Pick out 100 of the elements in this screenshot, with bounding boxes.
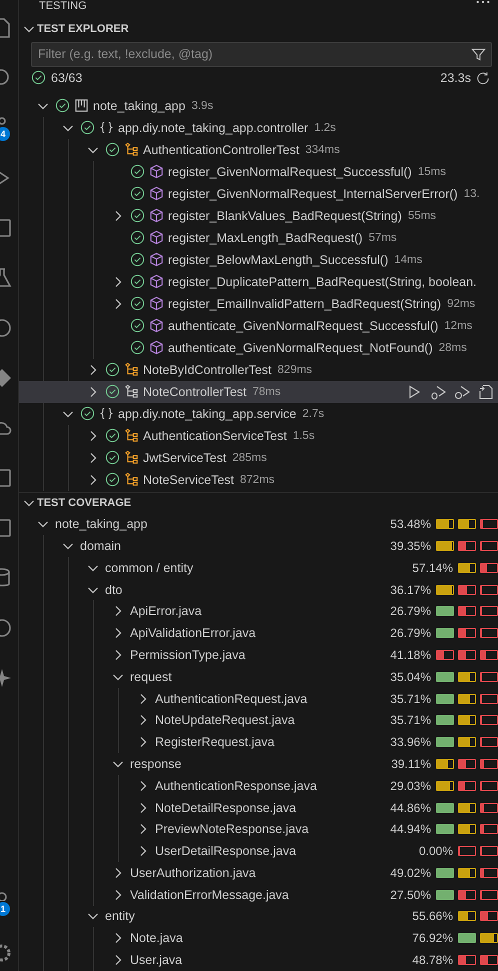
coverage-tree-item[interactable]: UserDetailResponse.java 0.00% <box>19 840 498 862</box>
coverage-tree-item[interactable]: AuthenticationResponse.java 29.03% <box>19 774 498 797</box>
test-tree-item[interactable]: AuthenticationServiceTest 1.5s <box>19 424 498 447</box>
coverage-percent: 26.79% <box>390 604 431 618</box>
test-name: JwtServiceTest <box>143 450 226 465</box>
coverage-item-name: UserAuthorization.java <box>130 866 256 880</box>
test-tree-item[interactable]: register_MaxLength_BadRequest() 57ms <box>19 226 498 249</box>
class-icon <box>124 362 139 378</box>
cube-icon <box>149 340 164 356</box>
test-tree-item[interactable]: authenticate_GivenNormalRequest_Successful() 12ms <box>19 314 498 337</box>
test-name: NoteControllerTest <box>143 384 247 399</box>
test-duration: 28ms <box>438 342 467 354</box>
test-tree-item[interactable]: NoteControllerTest 78ms <box>19 380 498 403</box>
coverage-item-name: dto <box>105 582 122 597</box>
namespace-icon <box>99 406 114 422</box>
test-tree-item[interactable]: authenticate_GivenNormalRequest_NotFound() 28ms <box>19 336 498 359</box>
test-duration: 334ms <box>305 144 340 156</box>
cube-icon <box>149 164 164 180</box>
coverage-item-name: ValidationErrorMessage.java <box>130 888 289 902</box>
test-name: app.diy.note_taking_app.controller <box>118 120 308 135</box>
test-name: authenticate_GivenNormalRequest_Successful() <box>168 318 438 333</box>
test-tree-item[interactable]: app.diy.note_taking_app.controller 1.2s <box>19 116 498 139</box>
coverage-percent: 44.94% <box>390 822 431 836</box>
test-tree-item[interactable]: AuthenticationControllerTest 334ms <box>19 138 498 161</box>
coverage-percent: 27.50% <box>390 888 431 902</box>
coverage-tree-item[interactable]: AuthenticationRequest.java 35.71% <box>19 688 498 710</box>
coverage-tree-item[interactable]: RegisterRequest.java 33.96% <box>19 731 498 754</box>
class-icon <box>124 472 139 488</box>
test-duration: 57ms <box>368 232 397 244</box>
coverage-item-name: ApiError.java <box>130 604 202 618</box>
test-name: register_DuplicatePattern_BadRequest(String, boolean. <box>168 274 477 289</box>
coverage-item-name: NoteDetailResponse.java <box>155 800 296 814</box>
section-header[interactable]: TEST EXPLORER <box>19 18 498 39</box>
notification-badge: 4 <box>0 127 10 141</box>
test-duration: 3.9s <box>191 100 214 112</box>
coverage-percent: 33.96% <box>390 735 431 750</box>
class-icon <box>124 450 139 466</box>
cube-icon <box>149 296 164 312</box>
coverage-tree-item[interactable]: note_taking_app 53.48% <box>19 513 498 536</box>
coverage-item-name: User.java <box>130 953 182 968</box>
coverage-tree-item[interactable]: PreviewNoteResponse.java 44.94% <box>19 818 498 840</box>
coverage-tree-item[interactable]: request 35.04% <box>19 666 498 688</box>
coverage-percent: 39.35% <box>390 538 431 553</box>
coverage-percent: 29.03% <box>390 778 431 793</box>
coverage-tree-item[interactable]: domain 39.35% <box>19 535 498 557</box>
test-tree-item[interactable]: register_BelowMaxLength_Successful() 14ms <box>19 248 498 271</box>
test-name: register_MaxLength_BadRequest() <box>168 230 363 245</box>
coverage-item-name: request <box>130 670 172 684</box>
coverage-percent: 0.00% <box>418 844 453 858</box>
test-tree-item[interactable]: register_GivenNormalRequest_InternalServerError() 13. <box>19 182 498 205</box>
coverage-tree-item[interactable]: response 39.11% <box>19 753 498 775</box>
coverage-tree-item[interactable]: dto 36.17% <box>19 578 498 600</box>
test-tree-item[interactable]: app.diy.note_taking_app.service 2.7s <box>19 402 498 425</box>
coverage-percent: 39.11% <box>391 756 431 771</box>
coverage-percent: 57.14% <box>412 560 453 575</box>
test-tree-item[interactable]: NoteByIdControllerTest 829ms <box>19 358 498 381</box>
refresh-icon[interactable] <box>476 70 490 85</box>
coverage-item-name: domain <box>80 538 121 553</box>
coverage-item-name: common / entity <box>105 560 194 575</box>
coverage-tree-item[interactable]: UserAuthorization.java 49.02% <box>19 862 498 884</box>
section-header[interactable]: TEST COVERAGE <box>19 492 498 514</box>
test-name: AuthenticationControllerTest <box>143 142 300 157</box>
cube-icon <box>149 186 164 202</box>
coverage-percent: 53.48% <box>390 517 431 532</box>
test-tree-item[interactable]: register_BlankValues_BadRequest(String) 55ms <box>19 204 498 227</box>
test-duration: 1.2s <box>314 122 336 134</box>
notification-badge: 1 <box>0 902 10 916</box>
test-tree-item[interactable]: note_taking_app 3.9s <box>19 94 498 117</box>
filter-icon[interactable] <box>471 46 486 62</box>
test-name: AuthenticationServiceTest <box>143 428 287 443</box>
coverage-tree-item[interactable]: entity 55.66% <box>19 906 498 928</box>
test-name: register_GivenNormalRequest_Successful() <box>168 164 412 179</box>
test-tree-item[interactable]: register_DuplicatePattern_BadRequest(String, boolean. <box>19 270 498 293</box>
cube-icon <box>149 230 164 246</box>
coverage-tree-item[interactable]: ValidationErrorMessage.java 27.50% <box>19 884 498 906</box>
test-tree-item[interactable]: register_EmailInvalidPattern_BadRequest(String) 92ms <box>19 292 498 315</box>
test-duration: 15ms <box>418 166 446 178</box>
total-duration: 23.3s <box>440 70 471 85</box>
test-duration: 14ms <box>394 254 422 266</box>
coverage-item-name: AuthenticationRequest.java <box>155 692 308 706</box>
coverage-tree-item[interactable]: NoteDetailResponse.java 44.86% <box>19 796 498 818</box>
coverage-tree-item[interactable]: ApiError.java 26.79% <box>19 600 498 622</box>
coverage-tree-item[interactable]: ApiValidationError.java 26.79% <box>19 622 498 644</box>
coverage-tree-item[interactable]: common / entity 57.14% <box>19 556 498 579</box>
coverage-tree-item[interactable]: Note.java 76.92% <box>19 927 498 950</box>
test-tree-item[interactable]: JwtServiceTest 285ms <box>19 446 498 469</box>
test-name: NoteByIdControllerTest <box>143 362 272 377</box>
more-actions-icon[interactable] <box>476 0 490 4</box>
test-duration: 78ms <box>252 386 281 398</box>
coverage-item-name: response <box>130 756 182 771</box>
go-to-file-icon[interactable] <box>478 384 494 400</box>
test-tree-item[interactable]: register_GivenNormalRequest_Successful() 15ms <box>19 160 498 183</box>
coverage-tree-item[interactable]: NoteUpdateRequest.java 35.71% <box>19 709 498 732</box>
filter-field[interactable]: Filter (e.g. text, !exclude, @tag) <box>31 42 492 67</box>
test-tree-item[interactable]: NoteServiceTest 872ms <box>19 468 498 491</box>
coverage-percent: 26.79% <box>390 626 431 640</box>
coverage-tree-item[interactable]: PermissionType.java 41.18% <box>19 644 498 666</box>
coverage-tree-item[interactable]: User.java 48.78% <box>19 949 498 971</box>
test-duration: 2.7s <box>302 408 324 420</box>
coverage-percent: 49.02% <box>390 866 431 880</box>
